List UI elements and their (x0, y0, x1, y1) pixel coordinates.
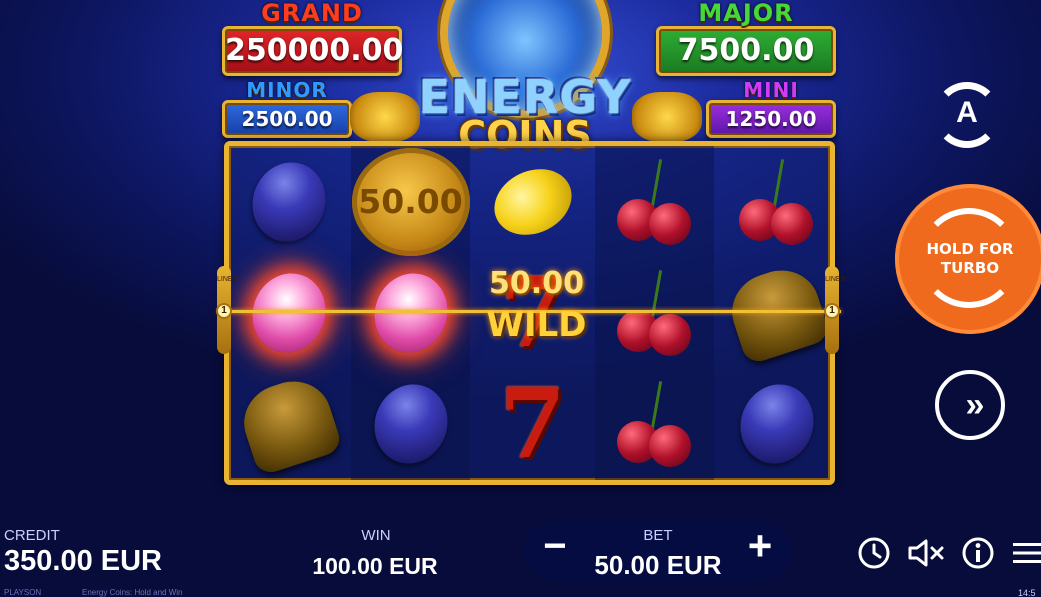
jackpot-minor-value: 2500.00 (222, 100, 352, 138)
autoplay-button[interactable]: A (930, 80, 1008, 154)
hold-for-turbo-spin-button[interactable]: HOLD FOR TURBO (895, 184, 1041, 334)
reel-cell (717, 368, 836, 479)
sound-muted-icon[interactable] (906, 535, 946, 571)
cherry-symbol-icon (615, 379, 695, 469)
wild-coin-value: 50.00 (489, 266, 584, 301)
reel-cell (717, 146, 836, 257)
credit-value: 350.00 EUR (4, 545, 162, 577)
bell-symbol-icon (233, 370, 344, 477)
reel-cell (595, 368, 714, 479)
line-marker-left: LINES 1 (216, 266, 238, 354)
line-marker-right: LINES 1 (824, 266, 846, 354)
reel-cell (473, 146, 592, 257)
bet-decrease-button[interactable]: − (538, 526, 572, 566)
jackpot-minor: MINOR 2500.00 (222, 80, 352, 138)
reel-cell (595, 146, 714, 257)
clock: 14:5 (1018, 588, 1036, 597)
history-icon[interactable] (856, 535, 892, 571)
fast-forward-icon: » (965, 385, 985, 424)
jackpot-grand: GRAND 250000.00 (222, 0, 403, 76)
reel-frame: 50.00 7 7 50.00 WILD (224, 141, 835, 485)
logo-coin-pile-right (632, 92, 702, 142)
line-number-right: 1 (824, 303, 840, 319)
lines-text-left: LINES (217, 276, 238, 283)
reel-cell (229, 368, 348, 479)
jackpot-mini-value: 1250.00 (706, 100, 836, 138)
reel-cell: 50.00 (351, 146, 470, 257)
jackpot-major-value: 7500.00 (656, 26, 836, 76)
plum-symbol-icon (728, 373, 825, 474)
turbo-label: HOLD FOR TURBO (926, 240, 1014, 277)
win-label: WIN (361, 527, 391, 544)
line-number-left: 1 (216, 303, 232, 319)
reel-cell (351, 368, 470, 479)
credit-label: CREDIT (4, 527, 60, 544)
jackpot-minor-label: MINOR (246, 78, 328, 102)
plum-symbol-icon (240, 151, 337, 252)
jackpot-major-label: MAJOR (698, 0, 794, 27)
plum-symbol-icon (362, 373, 459, 474)
skip-forward-button[interactable]: » (935, 370, 1005, 440)
bet-value: 50.00 EUR (594, 550, 722, 580)
reel-cell (229, 146, 348, 257)
reel-column (595, 146, 714, 480)
wild-label: WILD (486, 305, 587, 345)
jackpot-mini: MINI 1250.00 (706, 80, 836, 138)
jackpot-grand-label: GRAND (261, 0, 363, 27)
bottom-bar: CREDIT 350.00 EUR WIN 100.00 EUR − BET 5… (0, 517, 1041, 597)
jackpot-major: MAJOR 7500.00 (656, 0, 836, 76)
bet-increase-button[interactable]: + (741, 525, 779, 567)
info-icon[interactable] (960, 535, 996, 571)
reel-column: 50.00 (351, 146, 470, 480)
cherry-symbol-icon (615, 157, 695, 247)
game-logo: ENERGY COINS (350, 0, 702, 160)
jackpot-mini-label: MINI (743, 78, 799, 102)
cherry-symbol-icon (737, 157, 817, 247)
provider-name: PLAYSON (4, 588, 42, 597)
win-value: 100.00 EUR (312, 553, 438, 579)
autoplay-letter: A (956, 96, 978, 129)
coin-symbol: 50.00 (351, 147, 470, 256)
menu-icon[interactable] (1013, 535, 1041, 571)
game-name: Energy Coins: Hold and Win (82, 588, 183, 597)
lines-text-right: LINES (825, 276, 846, 283)
seven-symbol-icon: 7 (499, 366, 566, 480)
reel-cell: 7 (473, 368, 592, 479)
bet-label: BET (643, 527, 673, 544)
reel-column (229, 146, 348, 480)
reel-column (717, 146, 836, 480)
jackpot-grand-value: 250000.00 (222, 26, 403, 76)
lemon-symbol-icon (483, 156, 582, 247)
wild-symbol-overlay: 50.00 WILD (477, 266, 596, 345)
